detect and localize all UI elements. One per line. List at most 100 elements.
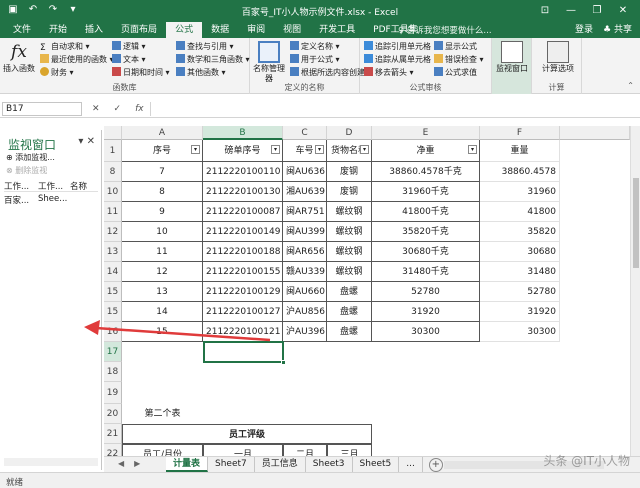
formula-input[interactable] bbox=[150, 102, 626, 116]
sheet-tab-employee-info[interactable]: 员工信息 bbox=[255, 457, 306, 472]
cell-weight[interactable]: 41800 bbox=[480, 202, 560, 222]
cell-goods[interactable]: 螺纹钢 bbox=[327, 262, 372, 282]
tab-view[interactable]: 视图 bbox=[274, 22, 310, 38]
cell-net-weight[interactable]: 31480千克 bbox=[372, 262, 480, 282]
tab-data[interactable]: 数据 bbox=[202, 22, 238, 38]
cell-goods[interactable]: 盘螺 bbox=[327, 302, 372, 322]
row-header[interactable]: 20 bbox=[104, 404, 122, 424]
cell-seq[interactable]: 13 bbox=[122, 282, 203, 302]
more-functions-button[interactable]: 其他函数 ▾ bbox=[176, 67, 226, 79]
sheet-prev-icon[interactable]: ◀ bbox=[118, 459, 124, 468]
col-header-c[interactable]: C bbox=[283, 126, 327, 140]
filter-dropdown-icon[interactable]: ▾ bbox=[315, 145, 324, 154]
cell-ticket[interactable]: 2112220100149 bbox=[203, 222, 283, 242]
cell-ticket[interactable]: 2112220100110 bbox=[203, 162, 283, 182]
sheet-tab-meter[interactable]: 计量表 bbox=[166, 457, 209, 472]
cell-employee-rating-title[interactable]: 员工评级 bbox=[122, 424, 372, 444]
row-header[interactable]: 1 bbox=[104, 140, 122, 162]
header-cell-net[interactable]: 净重 ▾ bbox=[372, 140, 480, 162]
sheet-next-icon[interactable]: ▶ bbox=[134, 459, 140, 468]
cell-plate[interactable]: 湘AU639 bbox=[283, 182, 327, 202]
define-name-button[interactable]: 定义名称 ▾ bbox=[290, 41, 340, 53]
sheet-tab-sheet7[interactable]: Sheet7 bbox=[208, 457, 255, 472]
cell-seq[interactable]: 12 bbox=[122, 262, 203, 282]
row-header[interactable]: 12 bbox=[104, 222, 122, 242]
header-cell-ticket[interactable]: 磅单序号 ▾ bbox=[203, 140, 283, 162]
row-header[interactable]: 22 bbox=[104, 444, 122, 456]
cell-ticket[interactable]: 2112220100129 bbox=[203, 282, 283, 302]
cell-goods[interactable]: 盘螺 bbox=[327, 322, 372, 342]
cell-seq[interactable]: 10 bbox=[122, 222, 203, 242]
cell-net-weight[interactable]: 31960千克 bbox=[372, 182, 480, 202]
remove-arrows-button[interactable]: 移去箭头 ▾ bbox=[364, 67, 414, 79]
watch-close-icon[interactable]: ▾ ✕ bbox=[78, 136, 95, 147]
row-header[interactable]: 18 bbox=[104, 362, 122, 382]
watch-col-name[interactable]: 名称 bbox=[70, 180, 98, 191]
col-header-f[interactable]: F bbox=[480, 126, 560, 140]
row-header[interactable]: 14 bbox=[104, 262, 122, 282]
vscroll-thumb[interactable] bbox=[633, 178, 639, 268]
close-button[interactable]: ✕ bbox=[610, 2, 636, 20]
name-box[interactable]: B17 bbox=[2, 102, 82, 116]
cell-ticket[interactable]: 2112220100127 bbox=[203, 302, 283, 322]
datetime-button[interactable]: 日期和时间 ▾ bbox=[112, 67, 170, 79]
row-header[interactable]: 19 bbox=[104, 382, 122, 404]
tab-file[interactable]: 文件 bbox=[4, 22, 40, 38]
cell-goods[interactable]: 螺纹钢 bbox=[327, 222, 372, 242]
cell-weight[interactable]: 31920 bbox=[480, 302, 560, 322]
header-cell-plate[interactable]: 车号 ▾ bbox=[283, 140, 327, 162]
financial-button[interactable]: 财务 ▾ bbox=[40, 67, 74, 79]
lookup-button[interactable]: 查找与引用 ▾ bbox=[176, 41, 234, 53]
cell-plate[interactable]: 沪AU396 bbox=[283, 322, 327, 342]
cell-net-weight[interactable]: 41800千克 bbox=[372, 202, 480, 222]
cell-ticket[interactable]: 2112220100188 bbox=[203, 242, 283, 262]
tab-formulas[interactable]: 公式 bbox=[166, 22, 203, 38]
login-link[interactable]: 登录 bbox=[575, 22, 593, 38]
cell-goods[interactable]: 螺纹钢 bbox=[327, 202, 372, 222]
collapse-ribbon-icon[interactable]: ⌃ bbox=[627, 81, 634, 90]
recent-functions-button[interactable]: 最近使用的函数 ▾ bbox=[40, 54, 114, 66]
cell-plate[interactable]: 闽AU399 bbox=[283, 222, 327, 242]
show-formulas-button[interactable]: 显示公式 bbox=[434, 41, 477, 53]
cell-ticket[interactable]: 2112220100087 bbox=[203, 202, 283, 222]
tell-me-search[interactable]: ♀ 告诉我您想要做什么... bbox=[398, 24, 492, 36]
cell-seq[interactable]: 9 bbox=[122, 202, 203, 222]
vertical-scrollbar[interactable] bbox=[630, 126, 640, 456]
cell-goods[interactable]: 废钢 bbox=[327, 162, 372, 182]
header-cell-goods[interactable]: 货物名称 ▾ bbox=[327, 140, 372, 162]
cell-goods[interactable]: 螺纹钢 bbox=[327, 242, 372, 262]
watch-list-item[interactable]: 百家... Shee... bbox=[4, 194, 98, 206]
tab-developer[interactable]: 开发工具 bbox=[310, 22, 364, 38]
row-header[interactable]: 17 bbox=[104, 342, 122, 362]
filter-dropdown-icon[interactable]: ▾ bbox=[271, 145, 280, 154]
cell-net-weight[interactable]: 30680千克 bbox=[372, 242, 480, 262]
cell-weight[interactable]: 35820 bbox=[480, 222, 560, 242]
cell-seq[interactable]: 8 bbox=[122, 182, 203, 202]
cell-jan[interactable]: 一月 bbox=[203, 444, 283, 456]
cell-net-weight[interactable]: 38860.4578千克 bbox=[372, 162, 480, 182]
cell-weight[interactable]: 31960 bbox=[480, 182, 560, 202]
cell-goods[interactable]: 废钢 bbox=[327, 182, 372, 202]
cell-seq[interactable]: 7 bbox=[122, 162, 203, 182]
row-header[interactable]: 13 bbox=[104, 242, 122, 262]
row-header[interactable]: 15 bbox=[104, 282, 122, 302]
logical-button[interactable]: 逻辑 ▾ bbox=[112, 41, 146, 53]
insert-function-icon[interactable]: fx bbox=[135, 102, 144, 116]
cell-seq[interactable]: 15 bbox=[122, 322, 203, 342]
math-button[interactable]: 数学和三角函数 ▾ bbox=[176, 54, 250, 66]
col-header-e[interactable]: E bbox=[372, 126, 480, 140]
enter-icon[interactable]: ✓ bbox=[114, 102, 122, 116]
cell-plate[interactable]: 闽AU636 bbox=[283, 162, 327, 182]
active-cell-b17[interactable] bbox=[203, 341, 284, 363]
ribbon-display-icon[interactable]: ⊡ bbox=[532, 2, 558, 20]
cell-net-weight[interactable]: 35820千克 bbox=[372, 222, 480, 242]
delete-watch-button[interactable]: ⊗ 删除监视 bbox=[6, 165, 47, 176]
cell-plate[interactable]: 沪AU856 bbox=[283, 302, 327, 322]
row-header[interactable]: 15 bbox=[104, 302, 122, 322]
cell-net-weight[interactable]: 52780 bbox=[372, 282, 480, 302]
filter-dropdown-icon[interactable]: ▾ bbox=[360, 145, 369, 154]
cell-second-table-label[interactable]: 第二个表 bbox=[122, 404, 203, 424]
cell-weight[interactable]: 38860.4578 bbox=[480, 162, 560, 182]
trace-precedents-button[interactable]: 追踪引用单元格 bbox=[364, 41, 431, 53]
cancel-icon[interactable]: ✕ bbox=[92, 102, 100, 116]
